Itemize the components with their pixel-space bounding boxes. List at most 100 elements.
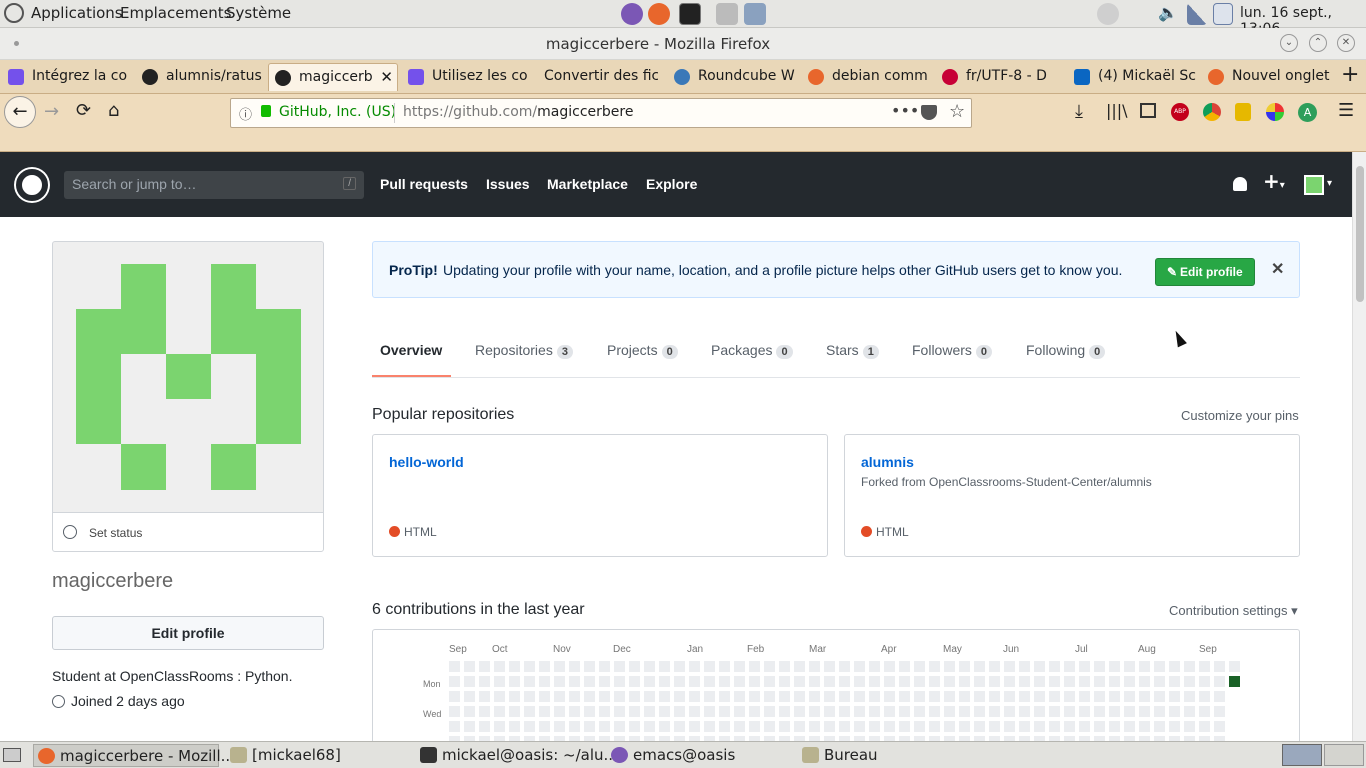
contribution-day-cell[interactable]: [1154, 676, 1165, 687]
contribution-day-cell[interactable]: [899, 721, 910, 732]
extension-chrome-icon[interactable]: [1203, 103, 1221, 121]
contribution-day-cell[interactable]: [869, 706, 880, 717]
contribution-day-cell[interactable]: [644, 691, 655, 702]
contribution-day-cell[interactable]: [989, 661, 1000, 672]
contribution-day-cell[interactable]: [629, 691, 640, 702]
contribution-day-cell[interactable]: [884, 676, 895, 687]
contribution-day-cell[interactable]: [479, 721, 490, 732]
contribution-day-cell[interactable]: [1199, 721, 1210, 732]
screenshot-launcher-icon[interactable]: [744, 3, 766, 25]
info-icon[interactable]: ⓘ: [239, 104, 252, 123]
contribution-day-cell[interactable]: [539, 706, 550, 717]
contribution-day-cell[interactable]: [734, 691, 745, 702]
contribution-day-cell[interactable]: [1049, 721, 1060, 732]
page-actions-icon[interactable]: •••: [891, 101, 919, 120]
contribution-day-cell[interactable]: [959, 676, 970, 687]
contribution-day-cell[interactable]: [614, 676, 625, 687]
contribution-day-cell[interactable]: [809, 676, 820, 687]
contribution-day-cell[interactable]: [839, 661, 850, 672]
contribution-day-cell[interactable]: [1064, 676, 1075, 687]
contribution-day-cell[interactable]: [554, 706, 565, 717]
contribution-day-cell[interactable]: [674, 661, 685, 672]
contribution-day-cell[interactable]: [644, 721, 655, 732]
contribution-day-cell[interactable]: [1019, 691, 1030, 702]
contribution-day-cell[interactable]: [914, 661, 925, 672]
contribution-day-cell[interactable]: [854, 661, 865, 672]
tab-packages[interactable]: Packages 0: [711, 342, 793, 359]
contribution-day-cell[interactable]: [494, 676, 505, 687]
firefox-launcher-icon[interactable]: [648, 3, 670, 25]
contribution-day-cell[interactable]: [944, 721, 955, 732]
contribution-day-cell[interactable]: [974, 721, 985, 732]
contribution-day-cell[interactable]: [539, 676, 550, 687]
contribution-day-cell[interactable]: [1214, 721, 1225, 732]
downloads-icon[interactable]: ⤓: [1075, 101, 1083, 122]
workspace-2[interactable]: [1324, 744, 1364, 766]
contribution-day-cell[interactable]: [764, 691, 775, 702]
contribution-day-cell[interactable]: [1094, 706, 1105, 717]
contribution-day-cell[interactable]: [1064, 721, 1075, 732]
contribution-day-cell[interactable]: [779, 661, 790, 672]
contribution-day-cell[interactable]: [854, 676, 865, 687]
contribution-day-cell[interactable]: [944, 691, 955, 702]
contribution-day-cell[interactable]: [524, 661, 535, 672]
contribution-day-cell[interactable]: [1214, 706, 1225, 717]
contribution-day-cell[interactable]: [1064, 661, 1075, 672]
contribution-day-cell[interactable]: [1199, 676, 1210, 687]
contribution-day-cell[interactable]: [1004, 706, 1015, 717]
close-window-button[interactable]: ✕: [1337, 34, 1355, 52]
maximize-button[interactable]: ⌃: [1309, 34, 1327, 52]
contribution-day-cell[interactable]: [929, 721, 940, 732]
contribution-day-cell[interactable]: [1109, 661, 1120, 672]
protip-edit-profile-button[interactable]: ✎ Edit profile: [1155, 258, 1255, 286]
contribution-day-cell[interactable]: [794, 676, 805, 687]
contribution-day-cell[interactable]: [914, 721, 925, 732]
contribution-day-cell[interactable]: [764, 661, 775, 672]
contribution-day-cell[interactable]: [1034, 691, 1045, 702]
contribution-day-cell[interactable]: [449, 721, 460, 732]
contribution-day-cell[interactable]: [899, 661, 910, 672]
notes-icon[interactable]: [1213, 3, 1233, 25]
tab-repositories[interactable]: Repositories 3: [475, 342, 573, 359]
contribution-day-cell[interactable]: [1169, 721, 1180, 732]
contribution-day-cell[interactable]: [509, 661, 520, 672]
contribution-day-cell[interactable]: [794, 691, 805, 702]
repo-name-link[interactable]: hello-world: [389, 454, 464, 470]
browser-tab[interactable]: Convertir des fic: [514, 63, 658, 91]
contribution-day-cell[interactable]: [689, 676, 700, 687]
contribution-day-cell[interactable]: [1079, 706, 1090, 717]
contribution-day-cell[interactable]: [1199, 691, 1210, 702]
set-status-button[interactable]: Set status: [52, 512, 324, 552]
contribution-day-cell[interactable]: [1049, 661, 1060, 672]
edit-profile-button[interactable]: Edit profile: [52, 616, 324, 650]
contribution-day-cell[interactable]: [614, 706, 625, 717]
contribution-day-cell[interactable]: [944, 661, 955, 672]
contribution-day-cell[interactable]: [1109, 676, 1120, 687]
contribution-day-cell[interactable]: [764, 676, 775, 687]
github-search-input[interactable]: Search or jump to… /: [64, 171, 364, 199]
contribution-day-cell[interactable]: [839, 721, 850, 732]
new-tab-button[interactable]: +: [1341, 62, 1359, 87]
menu-systeme[interactable]: Système: [226, 4, 291, 22]
menu-applications[interactable]: Applications: [31, 4, 123, 22]
contribution-day-cell[interactable]: [674, 706, 685, 717]
contribution-day-cell[interactable]: [839, 706, 850, 717]
contribution-day-cell[interactable]: [884, 661, 895, 672]
contribution-day-cell[interactable]: [704, 661, 715, 672]
contribution-day-cell[interactable]: [974, 661, 985, 672]
customize-pins-link[interactable]: Customize your pins: [1181, 408, 1299, 423]
contribution-day-cell[interactable]: [1124, 676, 1135, 687]
contribution-day-cell[interactable]: [794, 706, 805, 717]
contribution-day-cell[interactable]: [1184, 676, 1195, 687]
contribution-day-cell[interactable]: [734, 721, 745, 732]
contribution-day-cell[interactable]: [1094, 661, 1105, 672]
github-logo-icon[interactable]: [16, 169, 48, 201]
contribution-day-cell[interactable]: [929, 676, 940, 687]
contribution-day-cell[interactable]: [989, 706, 1000, 717]
contribution-day-cell[interactable]: [509, 721, 520, 732]
contribution-day-cell[interactable]: [569, 676, 580, 687]
contribution-day-cell[interactable]: [554, 661, 565, 672]
reload-icon[interactable]: ⟳: [76, 100, 91, 121]
repo-name-link[interactable]: alumnis: [861, 454, 914, 470]
create-new-plus-icon[interactable]: +▾: [1263, 169, 1285, 193]
